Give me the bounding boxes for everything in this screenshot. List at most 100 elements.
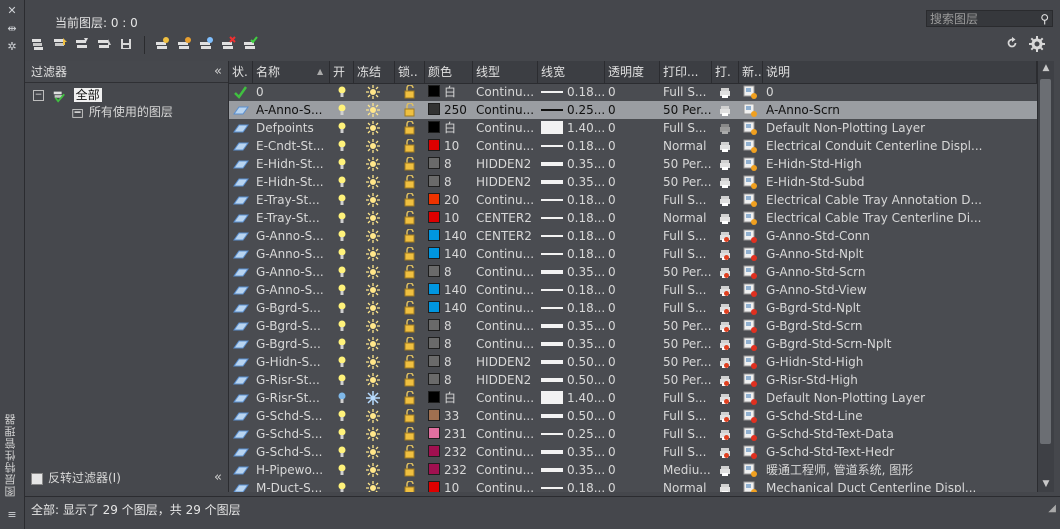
save-icon[interactable] [118, 36, 134, 52]
layer-plot-style[interactable]: Normal [660, 137, 712, 155]
layer-linetype[interactable]: Continu... [473, 245, 538, 263]
layer-color[interactable]: 8 [425, 155, 473, 173]
auto-hide-icon[interactable]: ⇹ [4, 22, 20, 36]
search-input[interactable]: 搜索图层 ⚲ [926, 10, 1053, 27]
layer-name[interactable]: G-Risr-St... [253, 389, 330, 407]
new-vp-freeze-icon[interactable] [743, 481, 757, 492]
layer-name[interactable]: E-Hidn-St... [253, 155, 330, 173]
new-vp-freeze-icon[interactable] [743, 319, 757, 333]
layer-description[interactable]: G-Anno-Std-View [763, 281, 1037, 299]
new-vp-freeze-icon[interactable] [743, 463, 757, 477]
layer-lineweight[interactable]: 0.18... [538, 137, 605, 155]
layer-lineweight[interactable]: 1.40... [538, 389, 605, 407]
new-vp-freeze-icon[interactable] [743, 103, 757, 117]
layer-name[interactable]: E-Hidn-St... [253, 173, 330, 191]
column-header-10[interactable]: 打. [712, 61, 739, 83]
layer-name[interactable]: G-Anno-S... [253, 245, 330, 263]
layer-list[interactable]: 状. 名称开冻结 锁.. 颜色 线型 线宽 透明度 打印... 打. 新.. 说明 ▲ 0 白 Con… [229, 61, 1037, 492]
layer-name[interactable]: G-Bgrd-S... [253, 335, 330, 353]
unlocked-icon[interactable] [403, 192, 417, 207]
collapse-bottom-icon[interactable]: « [214, 470, 222, 485]
layer-linetype[interactable]: Continu... [473, 407, 538, 425]
column-header-9[interactable]: 打印... [660, 61, 712, 83]
layer-color[interactable]: 8 [425, 173, 473, 191]
layer-name[interactable]: G-Anno-S... [253, 227, 330, 245]
layer-color[interactable]: 10 [425, 137, 473, 155]
filter-tree-used-layers[interactable]: 所有使用的图层 [71, 104, 173, 120]
layer-lineweight[interactable]: 0.18... [538, 191, 605, 209]
layer-description[interactable]: G-Risr-Std-High [763, 371, 1037, 389]
layer-description[interactable]: Electrical Conduit Centerline Displ... [763, 137, 1037, 155]
layer-transparency[interactable]: 0 [605, 461, 660, 479]
layer-transparency[interactable]: 0 [605, 299, 660, 317]
plot-printer-icon[interactable] [719, 141, 731, 153]
thaw-sun-icon[interactable] [366, 445, 380, 459]
layer-row[interactable]: G-Anno-S... 140 Continu... 0.18... 0 Ful… [229, 281, 1037, 299]
column-header-0[interactable]: 状. [229, 61, 253, 83]
layer-transparency[interactable]: 0 [605, 443, 660, 461]
layer-row[interactable]: E-Hidn-St... 8 HIDDEN2 0.35... 0 50 Per.… [229, 173, 1037, 191]
tree-collapse-icon[interactable]: − [33, 90, 44, 101]
filter-tree-root[interactable]: − 全部 [33, 87, 102, 103]
layer-name[interactable]: 0 [253, 83, 330, 101]
collapse-filter-icon[interactable]: « [214, 61, 222, 83]
unlocked-icon[interactable] [403, 120, 417, 135]
layer-transparency[interactable]: 0 [605, 173, 660, 191]
layer-description[interactable]: G-Schd-Std-Line [763, 407, 1037, 425]
plot-printer-icon[interactable] [719, 105, 731, 117]
layer-plot-style[interactable]: 50 Per... [660, 155, 712, 173]
layer-description[interactable]: G-Hidn-Std-High [763, 353, 1037, 371]
layer-name[interactable]: G-Risr-St... [253, 371, 330, 389]
layer-plot-style[interactable]: 50 Per... [660, 335, 712, 353]
filter-all-label[interactable]: 全部 [73, 88, 102, 102]
layer-lineweight[interactable]: 0.50... [538, 371, 605, 389]
vertical-scrollbar[interactable]: ▲ ▼ [1037, 61, 1054, 492]
layer-row[interactable]: E-Tray-St... 10 CENTER2 0.18... 0 Normal… [229, 209, 1037, 227]
plot-printer-icon[interactable] [719, 213, 731, 225]
layer-plot-style[interactable]: Full S... [660, 389, 712, 407]
layer-linetype[interactable]: Continu... [473, 119, 538, 137]
column-header-6[interactable]: 线型 [473, 61, 538, 83]
layer-lineweight[interactable]: 0.35... [538, 317, 605, 335]
layer-color[interactable]: 白 [425, 389, 473, 407]
layer-lineweight[interactable]: 0.35... [538, 335, 605, 353]
layer-name[interactable]: A-Anno-S... [253, 101, 330, 119]
unlocked-icon[interactable] [403, 426, 417, 441]
layer-plot-style[interactable]: Full S... [660, 227, 712, 245]
layer-description[interactable]: G-Anno-Std-Nplt [763, 245, 1037, 263]
unlocked-icon[interactable] [403, 318, 417, 333]
layer-plot-style[interactable]: 50 Per... [660, 101, 712, 119]
unlocked-icon[interactable] [403, 462, 417, 477]
scroll-up-arrow-icon[interactable]: ▲ [1038, 63, 1054, 73]
bulb-on-icon[interactable] [337, 481, 347, 492]
layer-description[interactable]: E-Hidn-Std-High [763, 155, 1037, 173]
layer-description[interactable]: G-Bgrd-Std-Scrn-Nplt [763, 335, 1037, 353]
layer-row[interactable]: G-Bgrd-S... 8 Continu... 0.35... 0 50 Pe… [229, 335, 1037, 353]
layer-plot-style[interactable]: Full S... [660, 191, 712, 209]
bulb-on-icon[interactable] [337, 355, 347, 369]
layer-description[interactable]: G-Bgrd-Std-Scrn [763, 317, 1037, 335]
layer-name[interactable]: Defpoints [253, 119, 330, 137]
unlocked-icon[interactable] [403, 138, 417, 153]
layer-linetype[interactable]: Continu... [473, 479, 538, 492]
layer-row[interactable]: H-Pipewo... 232 Continu... 0.35... 0 Med… [229, 461, 1037, 479]
thaw-sun-icon[interactable] [366, 337, 380, 351]
layer-row[interactable]: E-Tray-St... 20 Continu... 0.18... 0 Ful… [229, 191, 1037, 209]
unlocked-icon[interactable] [403, 84, 417, 99]
column-header-12[interactable]: 说明 [763, 61, 1037, 83]
layer-row[interactable]: G-Risr-St... 白 Continu... 1.40... 0 Full… [229, 389, 1037, 407]
layer-linetype[interactable]: HIDDEN2 [473, 371, 538, 389]
new-vp-freeze-icon[interactable] [743, 175, 757, 189]
bulb-on-icon[interactable] [337, 229, 347, 243]
layer-row[interactable]: G-Hidn-S... 8 HIDDEN2 0.50... 0 50 Per..… [229, 353, 1037, 371]
new-vp-freeze-icon[interactable] [743, 355, 757, 369]
thaw-sun-icon[interactable] [366, 211, 380, 225]
layer-color[interactable]: 10 [425, 209, 473, 227]
layer-description[interactable]: 0 [763, 83, 1037, 101]
layer-transparency[interactable]: 0 [605, 317, 660, 335]
layer-walk-icon[interactable] [198, 36, 214, 52]
layer-transparency[interactable]: 0 [605, 335, 660, 353]
layer-transparency[interactable]: 0 [605, 371, 660, 389]
layer-row[interactable]: G-Bgrd-S... 8 Continu... 0.35... 0 50 Pe… [229, 317, 1037, 335]
bulb-on-icon[interactable] [337, 301, 347, 315]
